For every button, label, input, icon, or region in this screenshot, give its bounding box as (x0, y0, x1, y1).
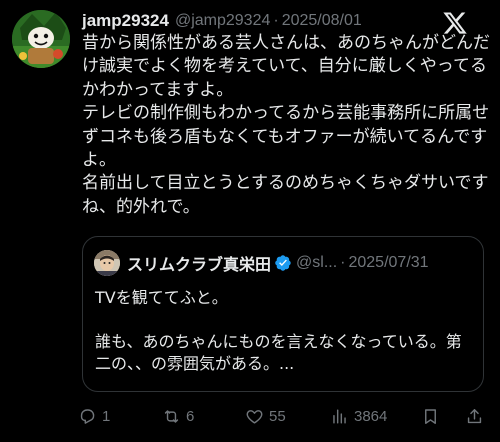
share-icon (467, 408, 482, 423)
quoted-author-display-name[interactable]: スリムクラブ真栄田 (127, 251, 271, 275)
quoted-author-handle[interactable]: @sl... (296, 254, 337, 272)
tweet-paragraph: 名前出して目立とうとするのめちゃくちゃダサいですね、的外れで。 (82, 173, 489, 217)
bookmark-button[interactable] (421, 402, 440, 430)
tweet-paragraph: 昔から関係性がある芸人さんは、あのちゃんがどんだけ誠実でよく物を考えていて、自分… (82, 33, 490, 100)
quoted-tweet-header: スリムクラブ真栄田 @sl... · 2025/07/31 (127, 250, 429, 276)
author-avatar[interactable] (12, 10, 70, 68)
author-display-name[interactable]: jamp29324 (82, 11, 169, 31)
reply-icon (80, 408, 95, 424)
heart-icon (246, 409, 263, 424)
author-handle[interactable]: @jamp29324 (175, 12, 270, 30)
person-avatar-icon (94, 250, 120, 276)
tweet-actions: 1 6 55 3864 (78, 402, 490, 430)
bookmark-icon (425, 408, 436, 424)
retweet-icon (164, 409, 179, 423)
green-cartoon-avatar-icon (12, 10, 70, 68)
quoted-tweet-body: TVを観ててふと。 誰も、あのちゃんにものを言えなくなっている。第二の、、の雰囲… (95, 287, 473, 375)
tweet-date[interactable]: 2025/08/01 (282, 12, 362, 30)
verified-badge-icon (275, 255, 291, 271)
retweet-button[interactable]: 6 (162, 402, 194, 430)
quoted-header-separator: · (340, 254, 346, 271)
quoted-tweet-date[interactable]: 2025/07/31 (348, 254, 428, 272)
tweet-body: 昔から関係性がある芸人さんは、あのちゃんがどんだけ誠実でよく物を考えていて、自分… (82, 32, 492, 219)
analytics-icon (333, 408, 346, 424)
quoted-tweet[interactable]: スリムクラブ真栄田 @sl... · 2025/07/31 TVを観ててふと。 … (82, 236, 484, 392)
view-count: 3864 (354, 407, 388, 425)
tweet[interactable]: jamp29324 @jamp29324 · 2025/08/01 昔から関係性… (0, 0, 500, 442)
quoted-author-avatar[interactable] (94, 250, 120, 276)
header-separator: · (273, 12, 279, 29)
reply-button[interactable]: 1 (78, 402, 110, 430)
quoted-paragraph: TVを観ててふと。 (95, 288, 228, 307)
quoted-paragraph: 誰も、あのちゃんにものを言えなくなっている。第二の、、の雰囲気がある。... (95, 332, 462, 373)
like-button[interactable]: 55 (245, 402, 286, 430)
retweet-count: 6 (186, 407, 195, 425)
quoted-paragraph-blank (95, 309, 473, 331)
like-count: 55 (269, 407, 286, 425)
views-button[interactable]: 3864 (330, 402, 387, 430)
tweet-header: jamp29324 @jamp29324 · 2025/08/01 (82, 9, 362, 33)
tweet-paragraph: テレビの制作側もわかってるから芸能事務所に所属せずコネも後ろ盾もなくてもオファー… (82, 103, 490, 171)
reply-count: 1 (102, 407, 111, 425)
share-button[interactable] (465, 402, 484, 430)
